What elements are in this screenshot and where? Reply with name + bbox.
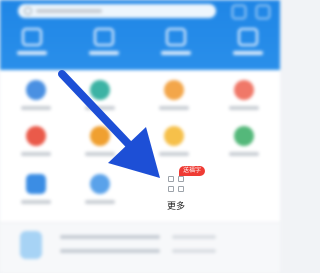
quick-action-wallet[interactable] <box>228 28 268 55</box>
video-icon <box>166 28 186 46</box>
app-item[interactable] <box>222 80 266 110</box>
scan-icon <box>22 28 42 46</box>
app-grid <box>0 70 280 230</box>
quick-action-pay[interactable] <box>84 28 124 55</box>
quick-action-video[interactable] <box>156 28 196 55</box>
app-item[interactable] <box>14 174 58 204</box>
more-button[interactable]: 送福字 更多 <box>151 166 206 212</box>
card-icon <box>94 28 114 46</box>
message-list <box>0 222 280 273</box>
top-header <box>0 0 280 70</box>
search-placeholder <box>36 9 102 13</box>
app-item[interactable] <box>222 126 266 156</box>
app-item[interactable] <box>78 174 122 204</box>
contacts-icon[interactable] <box>232 5 246 19</box>
search-bar[interactable] <box>18 4 216 18</box>
app-item[interactable] <box>14 80 58 110</box>
add-icon[interactable] <box>256 5 270 19</box>
wallet-icon <box>238 28 258 46</box>
search-icon <box>24 7 32 15</box>
message-avatar <box>20 231 42 259</box>
app-item[interactable] <box>152 126 196 156</box>
promo-badge: 送福字 <box>179 166 206 176</box>
background-app <box>0 0 280 273</box>
app-item[interactable] <box>78 80 122 110</box>
app-item[interactable] <box>14 126 58 156</box>
more-label: 更多 <box>166 202 185 212</box>
app-item[interactable] <box>78 126 122 156</box>
app-item[interactable] <box>152 80 196 110</box>
grid-icon <box>168 176 186 194</box>
quick-action-scan[interactable] <box>12 28 52 55</box>
